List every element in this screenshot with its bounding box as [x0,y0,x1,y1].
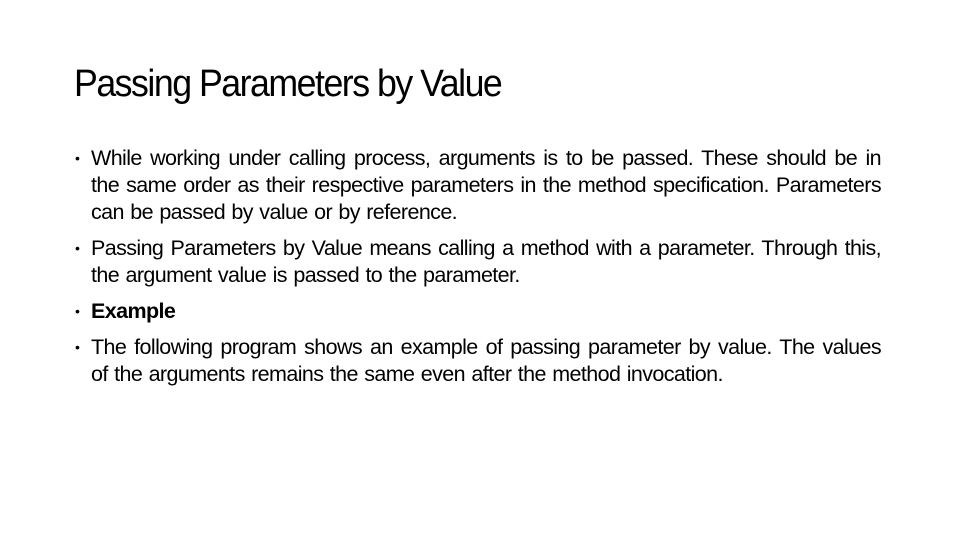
slide: Passing Parameters by Value • While work… [0,0,960,540]
bullet-text: Passing Parameters by Value means callin… [91,236,882,287]
bullet-item: • The following program shows an example… [74,334,882,388]
bullet-icon: • [75,240,80,256]
bullet-item: • While working under calling process, a… [74,145,882,226]
bullet-icon: • [75,150,80,166]
bullet-text: Example [91,299,176,323]
bullet-item-example: • Example [74,298,881,325]
bullet-list: • While working under calling process, a… [74,145,882,397]
bullet-icon: • [75,303,80,319]
bullet-icon: • [75,339,80,355]
bullet-text: The following program shows an example o… [91,335,882,386]
bullet-item: • Passing Parameters by Value means call… [74,235,882,289]
bullet-text: While working under calling process, arg… [91,146,882,224]
slide-title: Passing Parameters by Value [74,63,503,105]
